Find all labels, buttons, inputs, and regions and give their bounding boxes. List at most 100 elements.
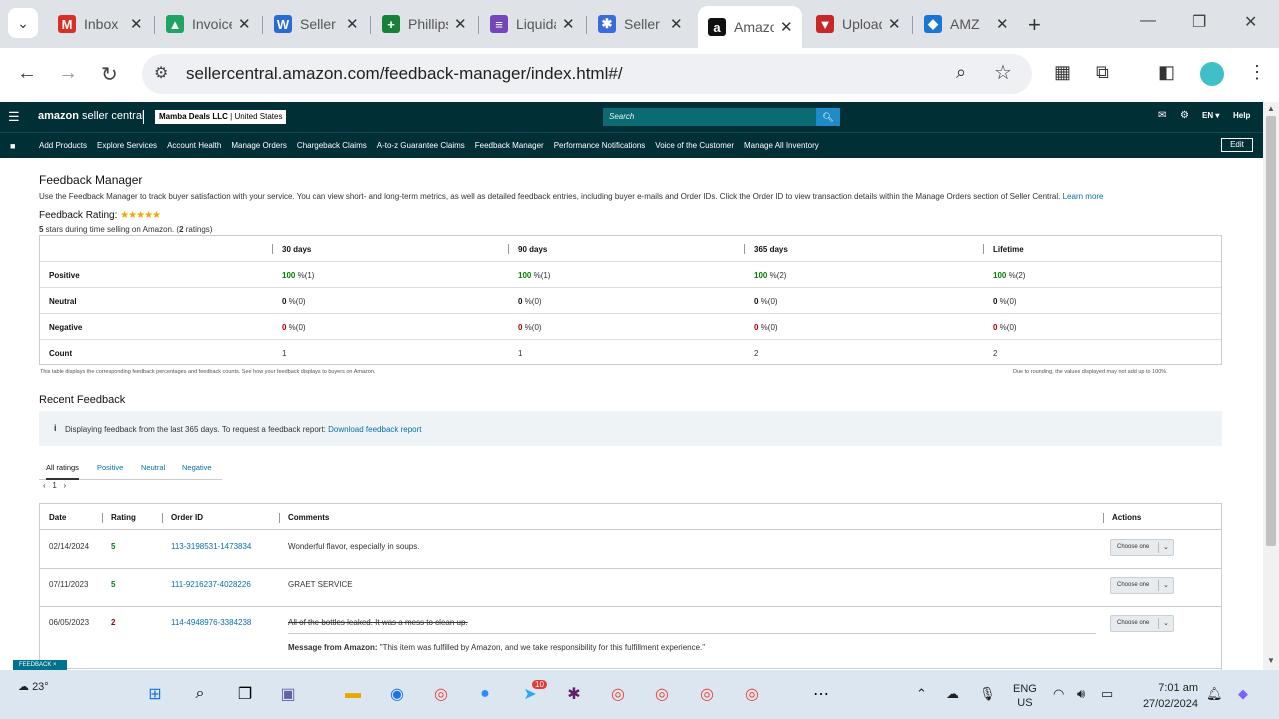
tab-close-icon[interactable]: ✕ <box>238 15 251 33</box>
extensions-icon[interactable]: ⧉ <box>1096 62 1109 83</box>
filter-tab[interactable]: Neutral <box>141 463 165 472</box>
tab-close-icon[interactable]: ✕ <box>780 18 793 36</box>
nav-item[interactable]: Performance Notifications <box>554 141 646 150</box>
filter-tab[interactable]: Negative <box>182 463 212 472</box>
tab-close-icon[interactable]: ✕ <box>454 15 467 33</box>
browser-tab[interactable]: ▼ Upload ✕ <box>806 10 910 38</box>
task-view-icon[interactable]: ❐ <box>233 682 257 706</box>
order-id-link[interactable]: 111-9216237-4028226 <box>171 580 251 589</box>
teams-chat-icon[interactable]: ▣ <box>276 682 300 706</box>
help-link[interactable]: Help <box>1233 111 1250 120</box>
language-selector[interactable]: EN ▾ <box>1202 111 1219 120</box>
microphone-icon[interactable]: 🎙︎ <box>979 686 996 702</box>
copilot-icon[interactable]: ◆ <box>1238 686 1248 702</box>
chrome-profile-2-icon[interactable]: ◎ <box>650 682 674 706</box>
minimize-button[interactable]: — <box>1140 12 1156 30</box>
nav-item[interactable]: Chargeback Claims <box>297 141 367 150</box>
tab-close-icon[interactable]: ✕ <box>888 15 901 33</box>
more-apps-icon[interactable]: ⋯ <box>809 682 833 706</box>
scrollbar-thumb[interactable] <box>1266 116 1276 546</box>
hamburger-menu-icon[interactable]: ☰ <box>8 109 20 125</box>
action-dropdown[interactable]: Choose one ⌄ <box>1110 539 1174 556</box>
page-number[interactable]: 1 <box>52 481 56 490</box>
tab-close-icon[interactable]: ✕ <box>670 15 683 33</box>
edit-nav-button[interactable]: Edit <box>1221 138 1253 152</box>
search-icon[interactable]: ⌕ <box>188 682 212 706</box>
account-switcher[interactable]: Mamba Deals LLC | United States <box>155 110 287 124</box>
search-icon[interactable]: 🔍︎ <box>816 108 840 126</box>
edge-icon[interactable]: ◉ <box>385 682 409 706</box>
action-dropdown[interactable]: Choose one ⌄ <box>1110 577 1174 594</box>
nav-item[interactable]: Feedback Manager <box>475 141 544 150</box>
windows-start-icon[interactable]: ⊞ <box>143 682 167 706</box>
qr-code-icon[interactable]: ▦ <box>1054 62 1071 83</box>
header-search-input[interactable]: Search <box>603 108 816 126</box>
scroll-down-icon[interactable]: ▼ <box>1267 656 1275 665</box>
order-id-link[interactable]: 113-3198531-1473834 <box>171 542 251 551</box>
nav-item[interactable]: Explore Services <box>97 141 157 150</box>
browser-tab[interactable]: + Phillips ✕ <box>372 10 476 38</box>
zoom-app-icon[interactable]: ● <box>473 682 497 706</box>
browser-tab[interactable]: ▲ Invoices ✕ <box>156 10 260 38</box>
zoom-icon[interactable]: ⌕ <box>956 62 966 83</box>
prev-page-icon[interactable]: ‹ <box>43 481 46 490</box>
filter-tab[interactable]: All ratings <box>46 463 79 480</box>
close-window-button[interactable]: ✕ <box>1244 12 1257 32</box>
order-id-link[interactable]: 114-4948976-3384238 <box>171 618 251 627</box>
profile-avatar[interactable] <box>1200 62 1224 86</box>
learn-more-link[interactable]: Learn more <box>1063 192 1104 201</box>
omnibox[interactable]: ⚙ sellercentral.amazon.com/feedback-mana… <box>142 54 1032 94</box>
chrome-profile-3-icon[interactable]: ◎ <box>695 682 719 706</box>
new-tab-button[interactable]: + <box>1028 12 1041 38</box>
nav-item[interactable]: Account Health <box>167 141 221 150</box>
tab-close-icon[interactable]: ✕ <box>562 15 575 33</box>
page-scrollbar[interactable]: ▲ ▼ <box>1263 102 1279 670</box>
browser-tab[interactable]: ≡ Liquidation ✕ <box>480 10 584 38</box>
tab-close-icon[interactable]: ✕ <box>346 15 359 33</box>
browser-tab[interactable]: a Amazon ✕ <box>698 6 802 48</box>
back-icon[interactable]: ← <box>17 62 37 85</box>
chrome-icon[interactable]: ◎ <box>429 682 453 706</box>
browser-tab[interactable]: M Inbox ✕ <box>48 10 152 38</box>
restore-button[interactable]: ❐ <box>1192 12 1206 32</box>
scroll-up-icon[interactable]: ▲ <box>1267 104 1275 113</box>
battery-icon[interactable]: ▭ <box>1101 686 1113 702</box>
url-text[interactable]: sellercentral.amazon.com/feedback-manage… <box>186 64 623 84</box>
bookmark-icon[interactable]: ■ <box>10 141 15 151</box>
browser-tab[interactable]: W Seller ✕ <box>264 10 368 38</box>
browser-tab[interactable]: ◆ AMZ ✕ <box>914 10 1018 38</box>
seller-central-logo[interactable]: amazon seller central <box>38 110 144 122</box>
feedback-widget-button[interactable]: FEEDBACK × <box>13 660 67 670</box>
notification-bell-icon[interactable]: 🔔︎ <box>1206 686 1223 702</box>
tab-close-icon[interactable]: ✕ <box>996 15 1009 33</box>
browser-menu-icon[interactable]: ⋮ <box>1248 62 1266 83</box>
bookmark-star-icon[interactable]: ☆ <box>994 60 1012 85</box>
reload-icon[interactable]: ↻ <box>101 62 118 87</box>
nav-item[interactable]: Manage Orders <box>231 141 287 150</box>
nav-item[interactable]: Manage All Inventory <box>744 141 819 150</box>
action-dropdown[interactable]: Choose one ⌄ <box>1110 615 1174 632</box>
wifi-icon[interactable]: ◠ <box>1053 686 1064 702</box>
nav-item[interactable]: Add Products <box>39 141 87 150</box>
volume-icon[interactable]: 🔊︎ <box>1077 686 1085 702</box>
next-page-icon[interactable]: › <box>63 481 66 490</box>
chrome-profile-4-icon[interactable]: ◎ <box>740 682 764 706</box>
tray-overflow-icon[interactable]: ⌃ <box>916 686 927 702</box>
language-indicator[interactable]: ENG US <box>1013 682 1037 710</box>
gear-icon[interactable]: ⚙ <box>1180 110 1189 121</box>
nav-item[interactable]: Voice of the Customer <box>655 141 734 150</box>
forward-icon[interactable]: → <box>58 62 78 85</box>
file-explorer-icon[interactable]: ▬ <box>341 682 365 706</box>
browser-tab[interactable]: ✱ Seller ✕ <box>588 10 692 38</box>
filter-tab[interactable]: Positive <box>97 463 123 472</box>
nav-item[interactable]: A-to-z Guarantee Claims <box>377 141 465 150</box>
slack-icon[interactable]: ✱ <box>562 682 586 706</box>
clock[interactable]: 7:01 am 27/02/2024 <box>1136 680 1198 712</box>
tab-search-button[interactable]: ⌄ <box>8 8 38 38</box>
cloud-icon[interactable]: ☁ <box>946 686 959 702</box>
weather-widget[interactable]: ☁ 23° <box>18 680 49 693</box>
download-report-link[interactable]: Download feedback report <box>328 425 421 434</box>
side-panel-icon[interactable]: ◧ <box>1158 62 1175 83</box>
tab-close-icon[interactable]: ✕ <box>130 15 143 33</box>
chrome-profile-1-icon[interactable]: ◎ <box>606 682 630 706</box>
